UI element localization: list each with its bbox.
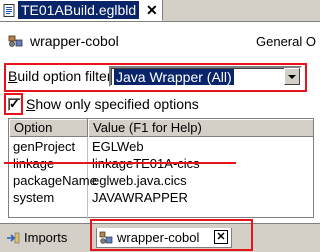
value-cell[interactable]: linkageTE01A-cics [92,156,200,172]
highlight-box-tab [90,219,253,251]
table-header: Option Value (F1 for Help) [9,119,313,137]
value-cell[interactable]: EGLWeb [92,139,144,155]
build-config-icon [8,35,23,47]
editor-tab-build-file[interactable]: TE01ABuild.eglbld ✕ [0,0,163,21]
value-cell[interactable]: eglweb.java.cics [92,173,187,189]
tab-imports[interactable]: Imports [4,228,84,248]
table-row[interactable]: system JAVAWRAPPER [9,190,313,207]
mnemonic-char: S [26,96,36,112]
build-options-form: Build option filter Java Wrapper (All) ✓… [0,60,320,223]
option-cell: system [13,190,55,205]
tab-label: Imports [24,230,68,245]
section-heading: General O [256,34,316,49]
show-only-specified-label: Show only specified options [26,96,199,112]
label-text: how only specified options [35,96,199,112]
page-title: wrapper-cobol [30,33,119,49]
highlight-box-checkbox [4,93,23,115]
imports-icon [7,232,20,244]
editor-tab-title: TE01ABuild.eglbld [18,1,140,19]
value-cell[interactable]: JAVAWRAPPER [92,190,188,206]
editor-tab-strip: TE01ABuild.eglbld ✕ [0,0,320,21]
options-table: Option Value (F1 for Help) genProject EG… [8,118,314,219]
option-cell: linkage [13,156,54,172]
highlight-underline-linkage [4,162,236,164]
column-header-value[interactable]: Value (F1 for Help) [88,119,313,137]
table-row[interactable]: genProject EGLWeb [9,139,313,156]
option-cell: genProject [13,139,76,154]
page-header: wrapper-cobol General O [0,22,320,60]
table-row[interactable]: linkage linkageTE01A-cics [9,156,313,173]
option-cell: packageName [13,173,97,188]
close-icon[interactable]: ✕ [146,2,158,18]
table-row[interactable]: packageName eglweb.java.cics [9,173,313,190]
document-icon [3,4,15,17]
highlight-box-filter [4,63,307,92]
column-header-option[interactable]: Option [9,119,88,137]
